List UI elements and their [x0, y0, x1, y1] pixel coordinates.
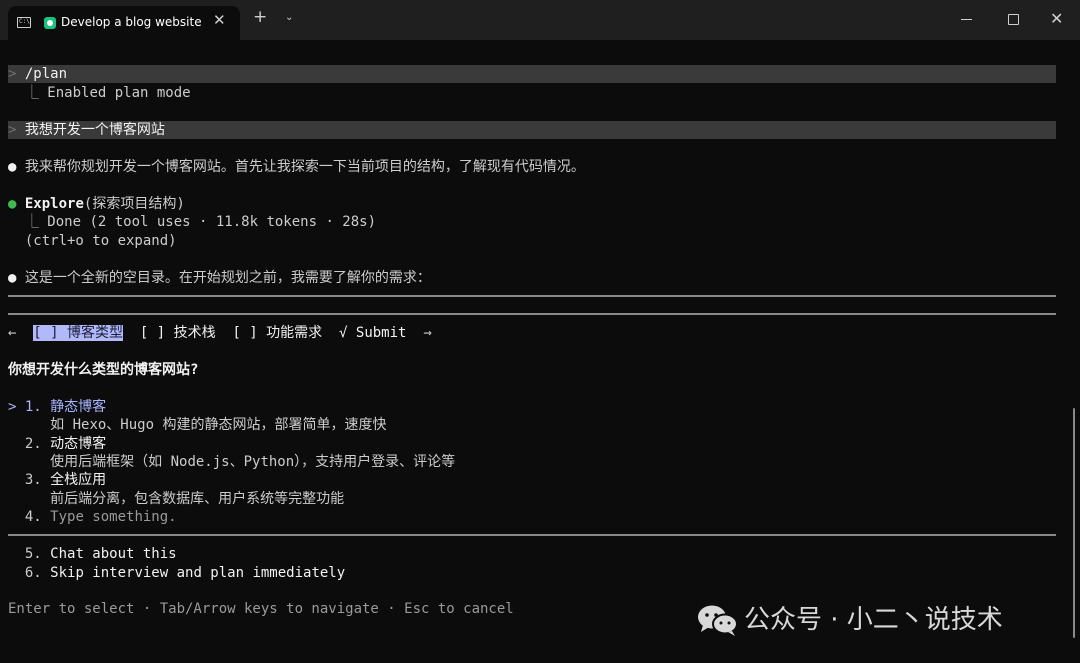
prompt-highlight	[8, 121, 1056, 139]
divider	[8, 295, 1056, 297]
assistant-message-1: ● 我来帮你规划开发一个博客网站。首先让我探索一下当前项目的结构，了解现有代码情…	[8, 158, 585, 176]
option-4[interactable]: 4. Type something.	[8, 508, 177, 526]
assistant-message-2: ● 这是一个全新的空目录。在开始规划之前，我需要了解你的需求：	[8, 269, 431, 287]
title-bar: C:\ Develop a blog website ✕ + ⌄ ✕	[0, 0, 1080, 40]
option-desc-text: 使用后端框架（如 Node.js、Python），支持用户登录、评论等	[50, 454, 456, 470]
option-6[interactable]: 6. Skip interview and plan immediately	[8, 564, 345, 582]
option-label: 动态博客	[50, 436, 107, 452]
plan-command-line: > /plan	[8, 65, 67, 83]
question-heading: 你想开发什么类型的博客网站?	[8, 362, 199, 378]
option-label: Skip interview and plan immediately	[50, 565, 346, 581]
tab-blog-type[interactable]: [ ] 博客类型	[33, 325, 124, 341]
option-label: 静态博客	[50, 399, 107, 415]
bullet-icon: ●	[8, 270, 17, 286]
option-number: 4.	[24, 509, 42, 525]
prompt-marker: >	[8, 66, 17, 82]
plan-command: /plan	[24, 66, 68, 82]
footer-hint: Enter to select · Tab/Arrow keys to navi…	[8, 601, 514, 617]
plan-result-line: ⎿ Enabled plan mode	[8, 84, 191, 102]
option-description: 前后端分离，包含数据库、用户系统等完整功能	[8, 490, 344, 508]
explore-result-line: ⎿ Done (2 tool uses · 11.8k tokens · 28s…	[8, 213, 376, 231]
right-arrow-icon[interactable]: →	[423, 325, 431, 341]
expand-hint-line: (ctrl+o to expand)	[8, 232, 177, 250]
option-label: 全栈应用	[50, 472, 107, 488]
user-prompt: 我想开发一个博客网站	[24, 122, 165, 138]
close-window-button[interactable]: ✕	[1050, 9, 1063, 28]
terminal-body[interactable]: > /plan ⎿ Enabled plan mode > 我想开发一个博客网站…	[0, 40, 1080, 663]
terminal-tab[interactable]: C:\ Develop a blog website ✕	[8, 6, 240, 40]
option-label: Chat about this	[50, 546, 177, 562]
divider	[8, 534, 1056, 536]
option-2[interactable]: 2. 动态博客	[8, 435, 106, 453]
option-number: 3.	[24, 472, 42, 488]
tab-features[interactable]: [ ] 功能需求	[232, 325, 322, 341]
explore-tool-line: ● Explore(探索项目结构)	[8, 195, 185, 213]
tab-title: Develop a blog website	[61, 15, 202, 29]
expand-hint: (ctrl+o to expand)	[24, 233, 177, 249]
submit-tab[interactable]: √ Submit	[339, 325, 406, 341]
option-number: 2.	[24, 436, 42, 452]
tool-result: Done (2 tool uses · 11.8k tokens · 28s)	[47, 214, 377, 230]
option-number: 5.	[24, 546, 42, 562]
status-dot-icon: ●	[8, 196, 17, 212]
user-prompt-line: > 我想开发一个博客网站	[8, 121, 165, 139]
option-number: 6.	[24, 565, 42, 581]
minimize-button[interactable]	[961, 19, 972, 20]
option-desc-text: 如 Hexo、Hugo 构建的静态网站，部署简单，速度快	[50, 417, 387, 433]
divider	[8, 313, 1056, 315]
bullet-icon: ●	[8, 159, 17, 175]
prompt-marker: >	[8, 122, 17, 138]
left-arrow-icon[interactable]: ←	[8, 325, 16, 341]
option-description: 使用后端框架（如 Node.js、Python），支持用户登录、评论等	[8, 453, 455, 471]
tool-name: Explore	[24, 196, 84, 212]
wechat-logo-icon	[698, 605, 738, 636]
option-5[interactable]: 5. Chat about this	[8, 545, 177, 563]
scrollbar[interactable]	[1073, 408, 1075, 638]
option-desc-text: 前后端分离，包含数据库、用户系统等完整功能	[50, 491, 345, 507]
question-tab-bar: ← [ ] 博客类型 [ ] 技术栈 [ ] 功能需求 √ Submit →	[8, 324, 432, 342]
option-label: Type something.	[50, 509, 177, 525]
terminal-icon: C:\	[17, 17, 31, 28]
selector-icon: >	[8, 399, 17, 415]
command-highlight	[8, 65, 1056, 83]
option-3[interactable]: 3. 全栈应用	[8, 471, 106, 489]
option-description: 如 Hexo、Hugo 构建的静态网站，部署简单，速度快	[8, 416, 386, 434]
tool-arg: (探索项目结构)	[83, 196, 185, 212]
tab-dropdown-chevron-icon[interactable]: ⌄	[285, 12, 293, 23]
maximize-button[interactable]	[1008, 14, 1019, 25]
tab-tech-stack[interactable]: [ ] 技术栈	[140, 325, 216, 341]
new-tab-button[interactable]: +	[253, 9, 267, 26]
assistant-message-text: 这是一个全新的空目录。在开始规划之前，我需要了解你的需求：	[24, 270, 431, 286]
tree-branch-icon: ⎿	[24, 214, 39, 230]
tree-branch-icon: ⎿	[24, 85, 39, 101]
tab-close-icon[interactable]: ✕	[213, 11, 226, 29]
assistant-message-text: 我来帮你规划开发一个博客网站。首先让我探索一下当前项目的结构，了解现有代码情况。	[24, 159, 585, 175]
plan-result: Enabled plan mode	[47, 85, 191, 101]
watermark-text: 公众号 · 小二丶说技术	[744, 605, 1003, 635]
option-1[interactable]: > 1. 静态博客	[8, 398, 106, 416]
app-logo-icon	[44, 17, 56, 29]
option-number: 1.	[24, 399, 42, 415]
